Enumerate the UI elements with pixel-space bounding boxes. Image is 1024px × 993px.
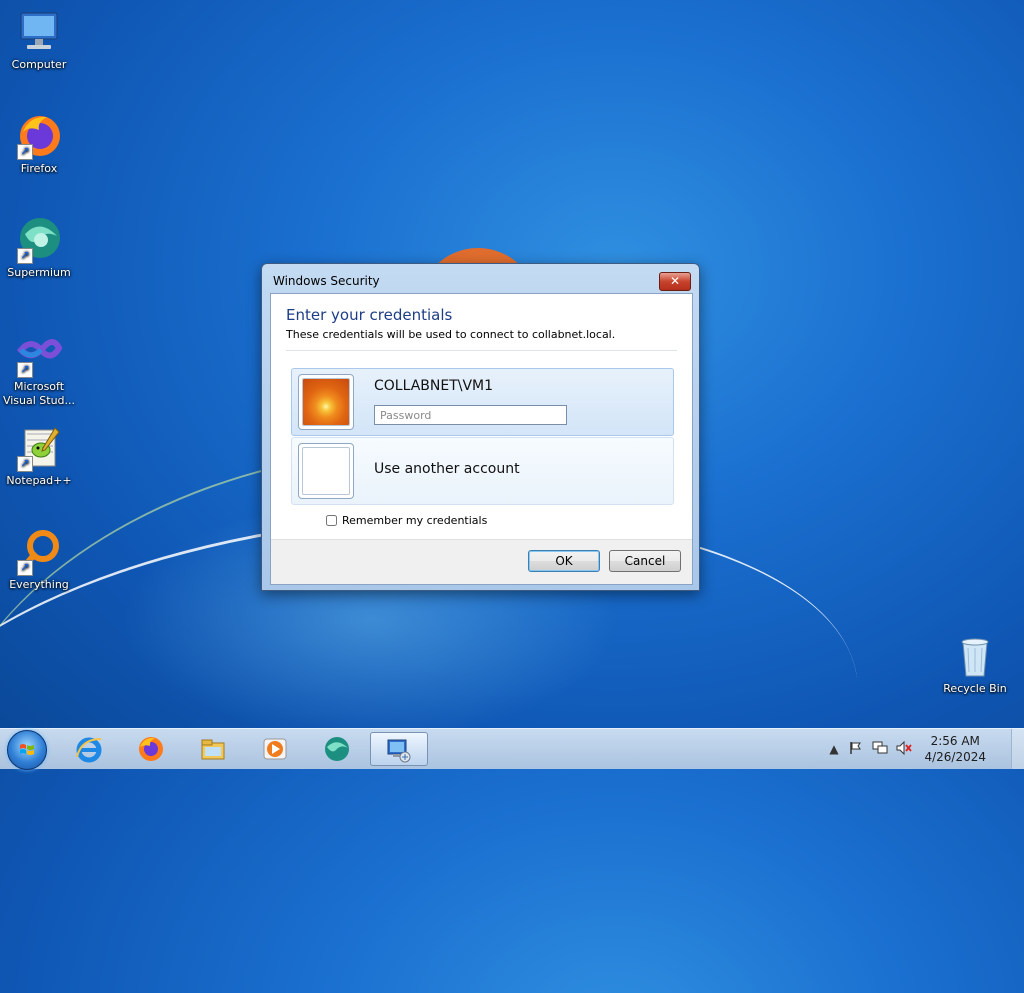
firefox-icon: ↗ [15, 112, 63, 160]
close-button[interactable]: ✕ [659, 272, 691, 291]
clock-time: 2:56 AM [930, 734, 980, 748]
dialog-button-bar: OK Cancel [271, 539, 692, 584]
taskbar-remote-desktop[interactable] [370, 732, 428, 766]
taskbar-internet-explorer[interactable] [62, 732, 116, 766]
taskbar-supermium[interactable] [310, 732, 364, 766]
desktop-icon-label: Firefox [20, 162, 58, 175]
blank-avatar [298, 443, 354, 499]
remember-credentials-label[interactable]: Remember my credentials [342, 514, 487, 527]
taskbar-media-player[interactable] [248, 732, 302, 766]
notepad-plus-plus-icon: ↗ [15, 424, 63, 472]
desktop-icon-label: Everything [9, 578, 69, 591]
dialog-heading: Enter your credentials [286, 306, 453, 324]
volume-muted-icon[interactable] [896, 740, 912, 757]
divider [286, 350, 677, 351]
clock[interactable]: 2:56 AM 4/26/2024 [924, 733, 986, 765]
account-name: COLLABNET\VM1 [374, 378, 494, 394]
network-icon[interactable] [872, 741, 888, 757]
shortcut-arrow-icon: ↗ [17, 362, 33, 378]
use-another-account-tile[interactable]: Use another account [291, 437, 674, 562]
desktop-icon-label: Recycle Bin [943, 682, 1007, 695]
internet-explorer-icon [76, 737, 102, 763]
windows-logo-icon [20, 744, 34, 755]
remote-desktop-icon [387, 739, 411, 763]
account-tile-collabnet-vm1[interactable]: COLLABNET\VM1 [291, 368, 674, 436]
flower-avatar-icon [303, 379, 349, 425]
system-tray: ▲ 2:56 AM 4/26/2024 [824, 729, 1024, 769]
desktop-icon-everything[interactable]: ↗ Everything [1, 528, 77, 592]
supermium-icon: ↗ [15, 216, 63, 264]
password-field[interactable] [374, 405, 567, 425]
clock-date: 4/26/2024 [924, 750, 986, 764]
desktop-icon-notepad-plus-plus[interactable]: ↗ Notepad++ [1, 424, 77, 488]
desktop-icon-label: Computer [11, 58, 67, 71]
media-player-icon [263, 738, 287, 760]
close-icon: ✕ [669, 274, 681, 288]
everything-search-icon: ↗ [15, 528, 63, 576]
use-another-account-label: Use another account [374, 461, 520, 477]
show-desktop-button[interactable] [1011, 729, 1024, 769]
desktop-icon-visual-studio[interactable]: ↗ Microsoft Visual Stud... [1, 330, 77, 408]
desktop-icon-recycle-bin[interactable]: Recycle Bin [937, 632, 1013, 696]
show-hidden-icons-chevron-icon[interactable]: ▲ [826, 741, 842, 757]
desktop-icon-label: Supermium [7, 266, 71, 279]
cancel-button[interactable]: Cancel [609, 550, 681, 572]
dialog-subtext: These credentials will be used to connec… [286, 328, 616, 341]
desktop-icon-supermium[interactable]: ↗ Supermium [1, 216, 77, 280]
firefox-icon [139, 737, 163, 761]
start-button[interactable] [7, 730, 47, 770]
shortcut-arrow-icon: ↗ [17, 248, 33, 264]
desktop-icon-computer[interactable]: Computer [1, 8, 77, 72]
desktop-icon-label: Microsoft Visual Stud... [2, 380, 76, 407]
recycle-bin-icon [951, 632, 999, 680]
file-explorer-icon [201, 739, 225, 760]
taskbar-file-explorer[interactable] [186, 732, 240, 766]
computer-icon [15, 8, 63, 56]
ok-button[interactable]: OK [528, 550, 600, 572]
desktop-icon-label: Notepad++ [6, 474, 72, 487]
shortcut-arrow-icon: ↗ [17, 560, 33, 576]
shortcut-arrow-icon: ↗ [17, 456, 33, 472]
dialog-client-area: Enter your credentials These credentials… [270, 293, 693, 585]
supermium-icon [325, 737, 349, 761]
user-avatar [298, 374, 354, 430]
desktop-icon-firefox[interactable]: ↗ Firefox [1, 112, 77, 176]
taskbar: ▲ 2:56 AM 4/26/2024 [0, 728, 1024, 770]
windows-security-dialog: Windows Security ✕ Enter your credential… [261, 263, 700, 591]
dialog-title: Windows Security [273, 274, 380, 288]
action-center-flag-icon[interactable] [848, 741, 864, 757]
remember-credentials-checkbox[interactable] [326, 515, 337, 526]
visual-studio-icon: ↗ [15, 330, 63, 378]
taskbar-firefox[interactable] [124, 732, 178, 766]
shortcut-arrow-icon: ↗ [17, 144, 33, 160]
